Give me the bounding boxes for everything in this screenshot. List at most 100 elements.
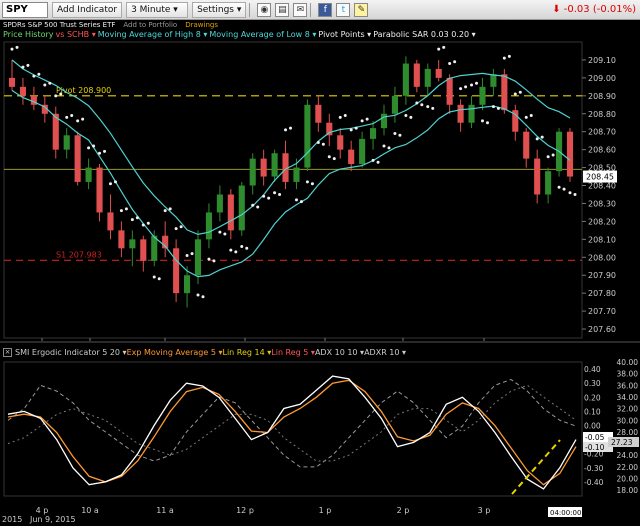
candle-body [566, 131, 574, 177]
candle-body [326, 122, 333, 136]
sar-dot [152, 275, 156, 279]
sar-dot [113, 180, 117, 184]
chart-canvas[interactable]: 209.10 209.00 208.90 208.80 208.70 208.60 208.… [0, 0, 640, 526]
sar-dot [108, 182, 112, 186]
candle-body [523, 131, 530, 159]
sar-dot [98, 151, 102, 155]
sar-dot [568, 191, 572, 195]
indicator-panel-frame [3, 361, 583, 497]
candle-body [315, 104, 322, 123]
sar-dot [398, 133, 402, 137]
sar-dot [420, 103, 424, 107]
candle-body [227, 194, 234, 231]
adx-tick-label: 40.00 [617, 358, 639, 367]
sar-dot [284, 128, 288, 132]
sar-dot [371, 158, 375, 162]
candle-body [468, 104, 475, 123]
sar-dot [365, 117, 369, 121]
sar-dot [289, 126, 293, 130]
candle-body [184, 275, 191, 294]
sar-dot [76, 119, 80, 123]
candle-body [107, 212, 114, 231]
sar-dot [437, 47, 441, 51]
sar-dot [426, 105, 430, 109]
sar-dot [453, 60, 457, 64]
price-tick-label: 208.80 [588, 110, 616, 119]
sar-dot [245, 246, 249, 250]
candle-body [140, 239, 147, 261]
date-label: Jun 9, 2015 [29, 515, 76, 524]
candle-body [534, 158, 541, 195]
sar-dot [529, 114, 533, 118]
adx-badge-text: 27.23 [611, 438, 633, 447]
time-tick-label: 4 p [36, 506, 49, 515]
sar-dot [168, 207, 172, 211]
sar-dot [124, 207, 128, 211]
price-tick-label: 208.20 [588, 217, 616, 226]
sar-dot [448, 62, 452, 66]
sar-dot [442, 45, 446, 49]
candle-body [490, 74, 497, 87]
adx-tick-label: 28.00 [617, 428, 639, 437]
price-tick-label: 207.90 [588, 271, 616, 280]
candle-body [293, 167, 300, 182]
price-tick-label: 207.80 [588, 289, 616, 298]
sar-dot [229, 248, 233, 252]
sar-dot [327, 155, 331, 159]
sar-dot [382, 144, 386, 148]
sar-dot [37, 72, 41, 76]
time-tick-label: 12 p [236, 506, 254, 515]
sar-dot [557, 185, 561, 189]
sar-dot [256, 205, 260, 209]
sar-dot [376, 160, 380, 164]
time-badge-text: 04:00:00 [550, 509, 581, 517]
time-tick-label: 2 p [397, 506, 410, 515]
time-tick-label: 10 a [81, 506, 99, 515]
candle-body [479, 86, 486, 105]
sar-dot [196, 293, 200, 297]
sar-dot [524, 115, 528, 119]
sar-dot [513, 92, 517, 96]
ma-low-line [11, 89, 571, 278]
year-label: 2015 [2, 515, 22, 524]
sar-dot [157, 277, 161, 281]
candle-body [173, 248, 180, 294]
candle-body [545, 171, 552, 195]
sar-dot [299, 200, 303, 204]
time-tick-label: 3 p [478, 506, 491, 515]
sar-dot [190, 252, 194, 256]
sar-dot [207, 257, 211, 261]
sar-dot [431, 106, 435, 110]
candle-body [271, 153, 278, 177]
smi-tick-label: 0.20 [584, 393, 601, 402]
sar-dot [573, 192, 577, 196]
sar-dot [459, 87, 463, 91]
price-tick-label: 208.10 [588, 235, 616, 244]
sar-dot [218, 230, 222, 234]
sar-dot [262, 194, 266, 198]
adx-tick-label: 22.00 [617, 463, 639, 472]
sar-dot [518, 90, 522, 94]
sar-dot [146, 221, 150, 225]
sar-dot [135, 216, 139, 220]
sar-dot [92, 144, 96, 148]
sar-dot [70, 114, 74, 118]
sar-dot [415, 101, 419, 105]
sar-dot [103, 149, 107, 153]
time-tick-label: 1 p [319, 506, 332, 515]
sar-dot [496, 106, 500, 110]
last-price-text: 208.45 [586, 173, 614, 182]
sar-dot [502, 56, 506, 60]
sar-dot [321, 142, 325, 146]
candle-body [435, 68, 442, 78]
candle-body [129, 239, 136, 249]
sar-dot [404, 114, 408, 118]
price-tick-label: 207.60 [588, 325, 616, 334]
price-tick-label: 209.10 [588, 56, 616, 65]
sar-dot [141, 223, 145, 227]
price-tick-label: 208.70 [588, 128, 616, 137]
candle-body [260, 158, 267, 177]
sar-dot [332, 157, 336, 161]
price-tick-label: 209.00 [588, 74, 616, 83]
candle-body [446, 77, 453, 105]
